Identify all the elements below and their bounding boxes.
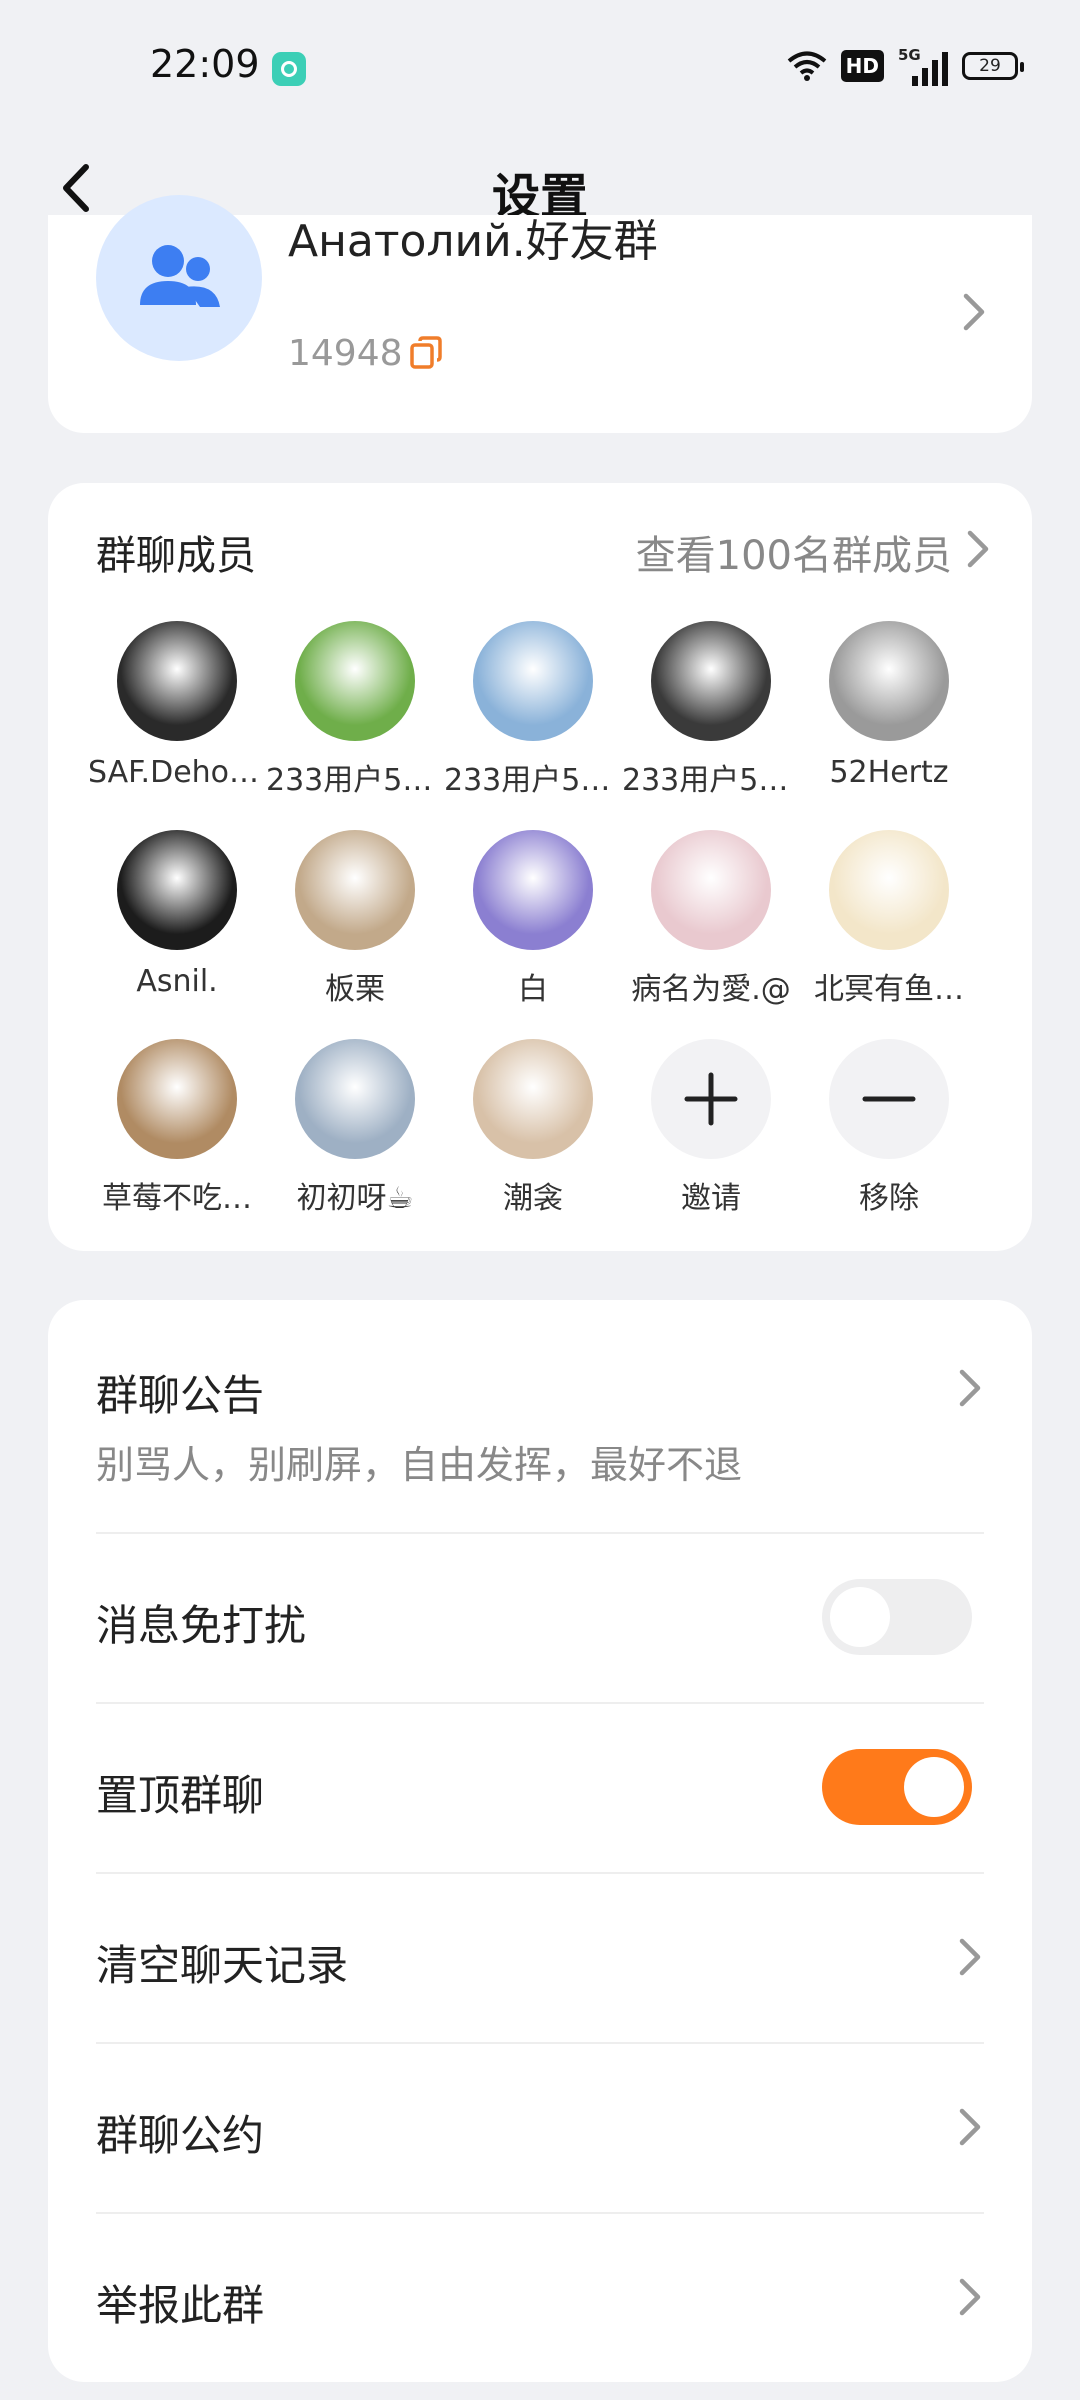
toggle-knob (830, 1587, 890, 1647)
plus-icon (651, 1039, 771, 1159)
member-name: 潮衾 (503, 1181, 563, 1216)
member-name: 板栗 (325, 972, 385, 1007)
wifi-icon (787, 51, 826, 81)
member-avatar (117, 1039, 237, 1159)
member-avatar (473, 621, 593, 741)
clear-history-row[interactable]: 清空聊天记录 (96, 1872, 984, 2044)
mute-toggle[interactable] (822, 1579, 972, 1655)
member-item[interactable]: 初初呀☕ (266, 1039, 444, 1217)
member-item[interactable]: 52Hertz (800, 621, 978, 790)
chevron-right-icon (959, 2108, 981, 2146)
mute-row: 消息免打扰 (96, 1532, 984, 1704)
status-time: 22:09 (150, 42, 260, 86)
member-avatar (117, 830, 237, 950)
announcement-row[interactable]: 群聊公告 别骂人，别刷屏，自由发挥，最好不退 (96, 1300, 984, 1534)
group-people-icon (140, 245, 220, 307)
member-avatar (829, 621, 949, 741)
member-avatar (473, 830, 593, 950)
report-group-row[interactable]: 举报此群 (96, 2212, 984, 2382)
status-icons: HD 5G 29 (787, 46, 1024, 86)
member-item[interactable]: 北冥有鱼… (800, 830, 978, 1008)
member-item[interactable]: 草莓不吃… (88, 1039, 266, 1217)
member-item[interactable]: 233用户50… (444, 621, 622, 799)
member-avatar (295, 830, 415, 950)
group-name: Анатолий.好友群 (288, 216, 658, 267)
network-type: 5G (898, 46, 921, 64)
invite-label: 邀请 (681, 1181, 741, 1216)
member-name: 草莓不吃… (102, 1181, 252, 1216)
member-avatar (651, 830, 771, 950)
announcement-text: 别骂人，别刷屏，自由发挥，最好不退 (96, 1443, 743, 1487)
group-info-card[interactable]: Анатолий.好友群 14948 (48, 195, 1032, 433)
member-name: SAF.Dehor… (88, 755, 266, 790)
group-avatar (96, 195, 262, 361)
group-rules-label: 群聊公约 (96, 2111, 265, 2160)
member-avatar (829, 830, 949, 950)
chevron-right-icon (959, 2278, 981, 2316)
member-item[interactable]: 潮衾 (444, 1039, 622, 1217)
member-name: 233用户53… (266, 763, 444, 798)
remove-label: 移除 (859, 1181, 919, 1216)
pin-toggle[interactable] (822, 1749, 972, 1825)
chevron-right-icon (963, 293, 985, 331)
member-avatar (295, 1039, 415, 1159)
member-name: Asnil. (136, 964, 218, 999)
mute-label: 消息免打扰 (96, 1601, 307, 1650)
member-name: 北冥有鱼… (814, 972, 964, 1007)
member-avatar (117, 621, 237, 741)
remove-button[interactable]: 移除 (800, 1039, 978, 1217)
members-card: 群聊成员 查看100名群成员 SAF.Dehor… 233用户53… 233用户… (48, 483, 1032, 1251)
member-avatar (651, 621, 771, 741)
group-rules-row[interactable]: 群聊公约 (96, 2042, 984, 2214)
battery-icon: 29 (962, 52, 1024, 80)
clear-history-label: 清空聊天记录 (96, 1941, 349, 1990)
member-avatar (473, 1039, 593, 1159)
member-item[interactable]: 233用户53… (266, 621, 444, 799)
member-name: 233用户51… (622, 763, 800, 798)
invite-button[interactable]: 邀请 (622, 1039, 800, 1217)
minus-icon (829, 1039, 949, 1159)
member-item[interactable]: 板栗 (266, 830, 444, 1008)
pin-label: 置顶群聊 (96, 1771, 265, 1820)
member-item[interactable]: SAF.Dehor… (88, 621, 266, 790)
chevron-right-icon (967, 530, 989, 568)
member-item[interactable]: 白 (444, 830, 622, 1008)
report-group-label: 举报此群 (96, 2281, 265, 2330)
view-all-members-link[interactable]: 查看100名群成员 (636, 523, 952, 581)
announcement-label: 群聊公告 (96, 1371, 265, 1420)
member-name: 233用户50… (444, 763, 622, 798)
hd-badge: HD (840, 50, 884, 82)
member-item[interactable]: Asnil. (88, 830, 266, 999)
signal-icon: 5G (898, 46, 948, 86)
chevron-right-icon (959, 1369, 981, 1407)
member-name: 病名为愛.@ (631, 972, 791, 1007)
member-name: 白 (518, 972, 548, 1007)
member-item[interactable]: 233用户51… (622, 621, 800, 799)
copy-icon[interactable] (408, 335, 444, 371)
settings-card: 群聊公告 别骂人，别刷屏，自由发挥，最好不退 消息免打扰 置顶群聊 清空聊天记录… (48, 1300, 1032, 2382)
chevron-right-icon (959, 1938, 981, 1976)
status-bar: 22:09 HD 5G 29 (0, 0, 1080, 135)
member-name: 52Hertz (829, 755, 949, 790)
member-item[interactable]: 病名为愛.@ (622, 830, 800, 1008)
member-avatar (295, 621, 415, 741)
group-id: 14948 (288, 333, 403, 374)
app-notification-icon (272, 52, 306, 86)
pin-row: 置顶群聊 (96, 1702, 984, 1874)
member-name: 初初呀☕ (296, 1181, 414, 1216)
members-title: 群聊成员 (96, 533, 256, 579)
toggle-knob (904, 1757, 964, 1817)
